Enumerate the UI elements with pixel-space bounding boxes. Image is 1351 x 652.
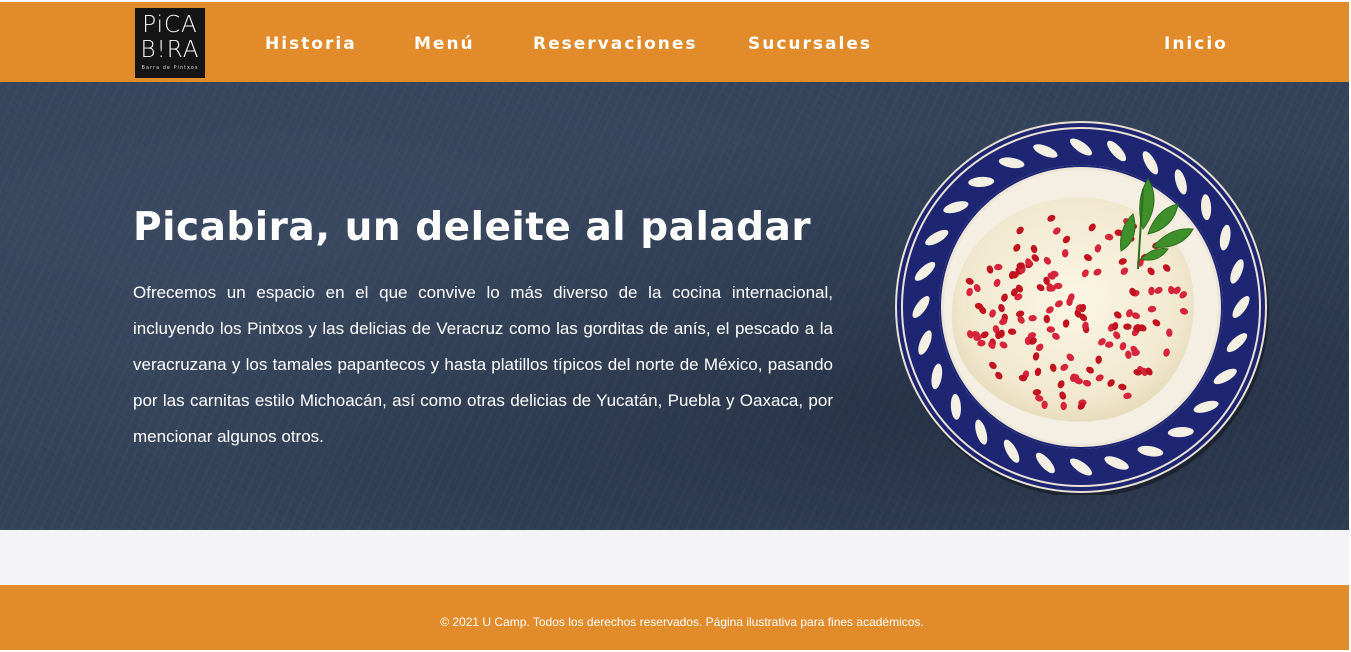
content-spacer bbox=[0, 530, 1349, 585]
nav-link-sucursales[interactable]: Sucursales bbox=[748, 33, 872, 55]
logo-line-2: B!RA bbox=[140, 37, 200, 63]
hero-section: Picabira, un deleite al paladar Ofrecemo… bbox=[0, 82, 1349, 530]
picabira-logo[interactable]: PiCA B!RA Barra de Pintxos bbox=[135, 8, 205, 78]
chiles-en-nogada-plate-image bbox=[895, 121, 1269, 495]
site-header: PiCA B!RA Barra de Pintxos Historia Menú… bbox=[0, 2, 1349, 82]
page: PiCA B!RA Barra de Pintxos Historia Menú… bbox=[0, 0, 1351, 652]
logo-line-1: PiCA bbox=[142, 12, 198, 38]
hero-description: Ofrecemos un espacio en el que convive l… bbox=[133, 283, 833, 446]
site-footer: © 2021 U Camp. Todos los derechos reserv… bbox=[0, 585, 1349, 650]
nav-link-menu[interactable]: Menú bbox=[414, 33, 475, 55]
hero-title: Picabira, un deleite al paladar bbox=[133, 205, 812, 250]
nav-link-inicio[interactable]: Inicio bbox=[1164, 33, 1228, 55]
footer-copyright: © 2021 U Camp. Todos los derechos reserv… bbox=[440, 615, 924, 629]
nav-link-historia[interactable]: Historia bbox=[265, 33, 357, 55]
nav-link-reservaciones[interactable]: Reservaciones bbox=[533, 33, 698, 55]
logo-tagline: Barra de Pintxos bbox=[141, 65, 199, 71]
